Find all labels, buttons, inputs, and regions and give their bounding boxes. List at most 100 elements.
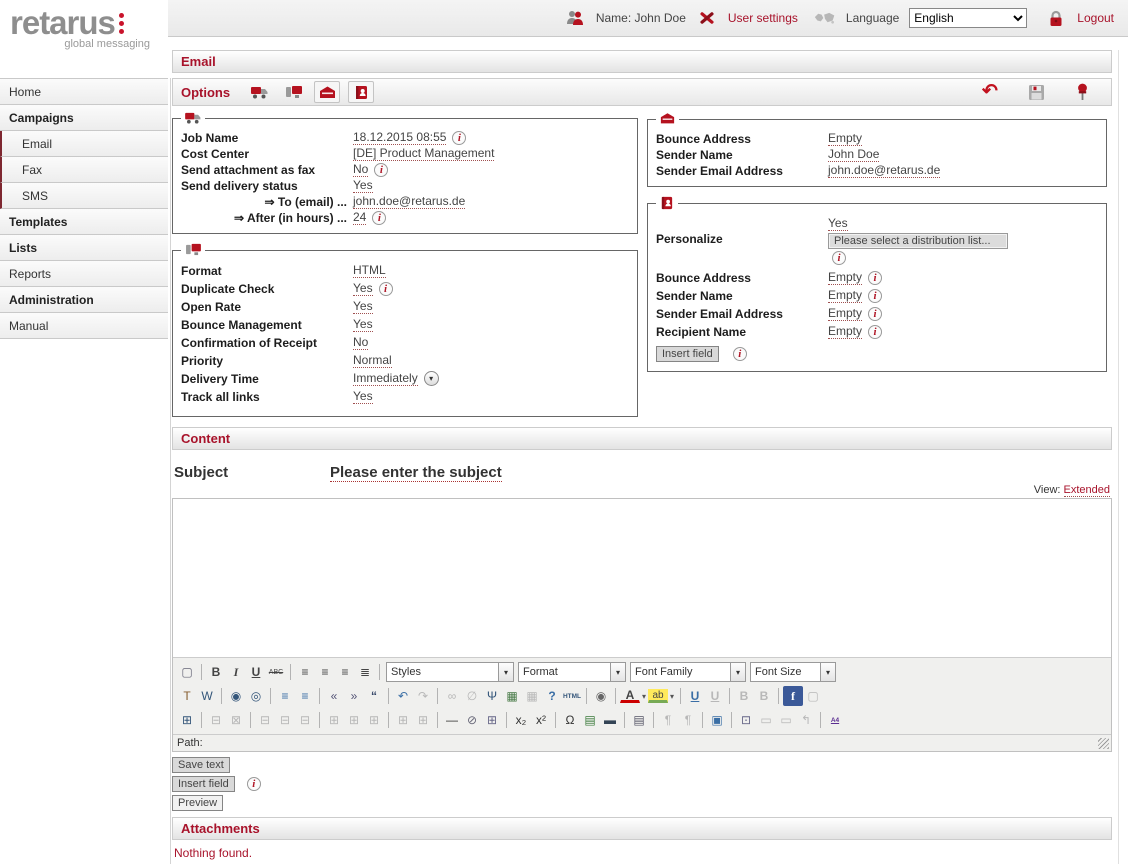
info-icon[interactable]: i [374,163,388,177]
field-value-link[interactable]: john.doe@retarus.de [828,163,940,178]
zoom-icon[interactable]: ◉ [591,686,611,706]
delivery-time-dropdown-icon[interactable]: ▾ [424,371,439,386]
language-select[interactable]: English [909,8,1027,28]
undo-button[interactable]: ↶ [977,81,1003,103]
bold-icon[interactable]: B [206,662,226,682]
personalize-value-link[interactable]: Yes [828,216,848,231]
strikethrough-icon[interactable]: ABC [266,662,286,682]
info-icon[interactable]: i [379,282,393,296]
text-color-icon[interactable]: A [620,689,640,703]
anchor-icon[interactable]: Ψ [482,686,502,706]
print-icon[interactable]: ▤ [629,710,649,730]
field-value-link[interactable]: Immediately [353,371,418,386]
remove-format-icon[interactable]: ⊘ [462,710,482,730]
text-color-caret[interactable]: ▾ [640,692,648,701]
fullscreen-icon[interactable]: ▣ [707,710,727,730]
insert-field-button[interactable]: Insert field [656,346,719,362]
save-text-button[interactable]: Save text [172,757,230,773]
paste-as-text-icon[interactable]: T [177,686,197,706]
numbered-list-icon[interactable]: ≡ [295,686,315,706]
sidebar-item-manual[interactable]: Manual [0,313,168,339]
field-value-link[interactable]: Yes [353,281,373,296]
field-value-link[interactable]: No [353,162,368,177]
info-icon[interactable]: i [868,325,882,339]
sidebar-item-fax[interactable]: Fax [0,157,168,183]
personalize-options-button[interactable] [348,81,374,103]
facebook-icon[interactable]: f [783,686,803,706]
table-icon[interactable]: ⊞ [177,710,197,730]
find-replace-icon[interactable]: ◎ [246,686,266,706]
paste-from-word-icon[interactable]: W [197,686,217,706]
field-value-link[interactable]: No [353,335,368,350]
field-value-link[interactable]: 24 [353,210,366,225]
sender-options-button[interactable] [314,81,340,103]
highlight-color-icon[interactable]: ab [648,689,668,703]
indent-icon[interactable]: » [344,686,364,706]
field-value-link[interactable]: john.doe@retarus.de [353,194,465,209]
delivery-options-button[interactable] [246,81,272,103]
find-icon[interactable]: ◉ [226,686,246,706]
field-value-link[interactable]: Yes [353,317,373,332]
insert-field-button[interactable]: Insert field [172,776,235,792]
field-value-link[interactable]: HTML [353,263,386,278]
field-value-link[interactable]: Empty [828,306,862,321]
outdent-icon[interactable]: « [324,686,344,706]
field-value-link[interactable]: Yes [353,178,373,193]
horizontal-rule-icon[interactable]: — [442,710,462,730]
info-icon[interactable]: i [452,131,466,145]
field-value-link[interactable]: [DE] Product Management [353,146,494,161]
info-icon[interactable]: i [372,211,386,225]
style-props-icon[interactable]: A4 [825,710,845,730]
info-icon[interactable]: i [868,289,882,303]
info-icon[interactable]: i [247,777,261,791]
sidebar-item-sms[interactable]: SMS [0,183,168,209]
help-icon[interactable]: ? [542,686,562,706]
preview-button[interactable]: Preview [172,795,223,811]
field-value-link[interactable]: 18.12.2015 08:55 [353,130,446,145]
undo-icon[interactable]: ↶ [393,686,413,706]
align-center-icon[interactable]: ≡ [315,662,335,682]
field-value-link[interactable]: Normal [353,353,392,368]
superscript-icon[interactable]: x² [531,710,551,730]
info-icon[interactable]: i [868,271,882,285]
save-button[interactable] [1023,81,1049,103]
underline-icon[interactable]: U [246,662,266,682]
info-icon[interactable]: i [832,251,846,265]
unsubscribe-link-icon[interactable]: U [685,686,705,706]
sidebar-item-email[interactable]: Email [0,131,168,157]
bullet-list-icon[interactable]: ≡ [275,686,295,706]
user-settings-link[interactable]: User settings [728,11,798,25]
field-value-link[interactable]: Empty [828,324,862,339]
subject-value-link[interactable]: Please enter the subject [330,464,502,482]
align-left-icon[interactable]: ≡ [295,662,315,682]
new-document-icon[interactable]: ▢ [177,662,197,682]
styles-select[interactable]: Styles▾ [386,662,514,682]
align-right-icon[interactable]: ≡ [335,662,355,682]
sidebar-item-administration[interactable]: Administration [0,287,168,313]
view-extended-link[interactable]: Extended [1064,484,1110,497]
special-char-icon[interactable]: Ω [560,710,580,730]
italic-icon[interactable]: I [226,662,246,682]
align-justify-icon[interactable]: ≣ [355,662,375,682]
subscript-icon[interactable]: x₂ [511,710,531,730]
editor-resize-handle[interactable] [1098,738,1109,749]
pin-button[interactable] [1069,81,1095,103]
format-select[interactable]: Format▾ [518,662,626,682]
info-icon[interactable]: i [868,307,882,321]
field-value-link[interactable]: John Doe [828,147,879,162]
info-icon[interactable]: i [733,347,747,361]
field-value-link[interactable]: Yes [353,299,373,314]
sidebar-item-templates[interactable]: Templates [0,209,168,235]
logout-link[interactable]: Logout [1077,11,1114,25]
sidebar-item-lists[interactable]: Lists [0,235,168,261]
field-value-link[interactable]: Empty [828,288,862,303]
sidebar-item-reports[interactable]: Reports [0,261,168,287]
field-value-link[interactable]: Empty [828,270,862,285]
format-options-button[interactable] [280,81,306,103]
highlight-color-caret[interactable]: ▾ [668,692,676,701]
image-icon[interactable]: ▦ [502,686,522,706]
media-icon[interactable]: ▤ [580,710,600,730]
html-source-icon[interactable]: HTML [562,686,582,706]
font-family-select[interactable]: Font Family▾ [630,662,746,682]
field-value-link[interactable]: Yes [353,389,373,404]
